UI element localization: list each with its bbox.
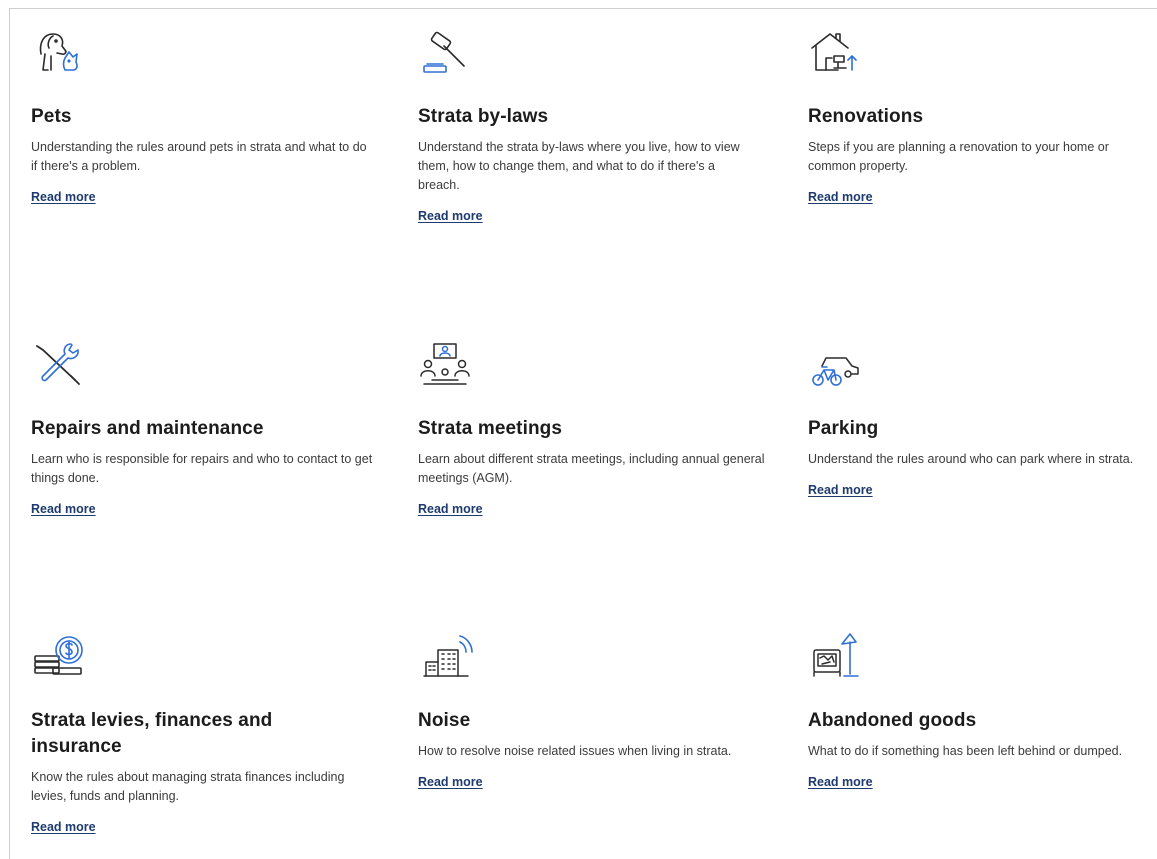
pet-dog-icon (39, 33, 78, 71)
topic-card-strata-by-laws: Strata by-laws Understand the strata by-… (418, 24, 768, 225)
topic-card-strata-levies-finances-and-insurance: Strata levies, finances and insurance Kn… (31, 628, 381, 836)
topic-card-renovations: Renovations Steps if you are planning a … (808, 24, 1157, 206)
card-description: Learn who is responsible for repairs and… (31, 452, 373, 485)
card-title: Abandoned goods (808, 710, 977, 731)
frame-border-top (9, 8, 1157, 9)
card-description: Understand the strata by-laws where you … (418, 140, 740, 192)
read-more-link[interactable]: Read more (31, 820, 96, 834)
read-more-link[interactable]: Read more (808, 483, 873, 497)
read-more-link[interactable]: Read more (418, 775, 483, 789)
card-description: Learn about different strata meetings, i… (418, 452, 765, 485)
topic-card-pets: Pets Understanding the rules around pets… (31, 24, 381, 206)
topic-card-abandoned-goods: Abandoned goods What to do if something … (808, 628, 1157, 791)
car-bicycle-icon (812, 357, 859, 386)
read-more-link[interactable]: Read more (418, 209, 483, 223)
read-more-link[interactable]: Read more (31, 502, 96, 516)
read-more-link[interactable]: Read more (808, 190, 873, 204)
read-more-link[interactable]: Read more (808, 775, 873, 789)
topic-card-noise: Noise How to resolve noise related issue… (418, 628, 768, 791)
topic-card-parking: Parking Understand the rules around who … (808, 336, 1157, 499)
card-title: Parking (808, 418, 879, 439)
gavel-icon (423, 31, 465, 73)
card-title: Strata meetings (418, 418, 563, 439)
read-more-link[interactable]: Read more (418, 502, 483, 516)
topic-card-strata-meetings: Strata meetings Learn about different st… (418, 336, 768, 518)
meeting-table-icon (420, 343, 470, 385)
card-title: Repairs and maintenance (31, 418, 264, 439)
card-description: Steps if you are planning a renovation t… (808, 140, 1109, 173)
card-description: Know the rules about managing strata fin… (31, 770, 345, 803)
card-description: Understanding the rules around pets in s… (31, 140, 367, 173)
card-title: Strata levies, finances and insurance (31, 710, 273, 757)
card-title: Pets (31, 106, 72, 127)
coins-dollar-icon (34, 636, 83, 675)
card-description: How to resolve noise related issues when… (418, 744, 732, 758)
card-title: Noise (418, 710, 471, 731)
noise-building-icon (423, 635, 473, 677)
topic-card-repairs-and-maintenance: Repairs and maintenance Learn who is res… (31, 336, 381, 518)
abandoned-goods-icon (813, 633, 859, 677)
card-description: What to do if something has been left be… (808, 744, 1123, 758)
card-title: Strata by-laws (418, 106, 549, 127)
read-more-link[interactable]: Read more (31, 190, 96, 204)
house-renovation-icon (811, 33, 857, 71)
frame-border-left (9, 8, 10, 859)
card-title: Renovations (808, 106, 924, 127)
card-description: Understand the rules around who can park… (808, 452, 1134, 466)
wrench-screwdriver-icon (36, 343, 80, 385)
